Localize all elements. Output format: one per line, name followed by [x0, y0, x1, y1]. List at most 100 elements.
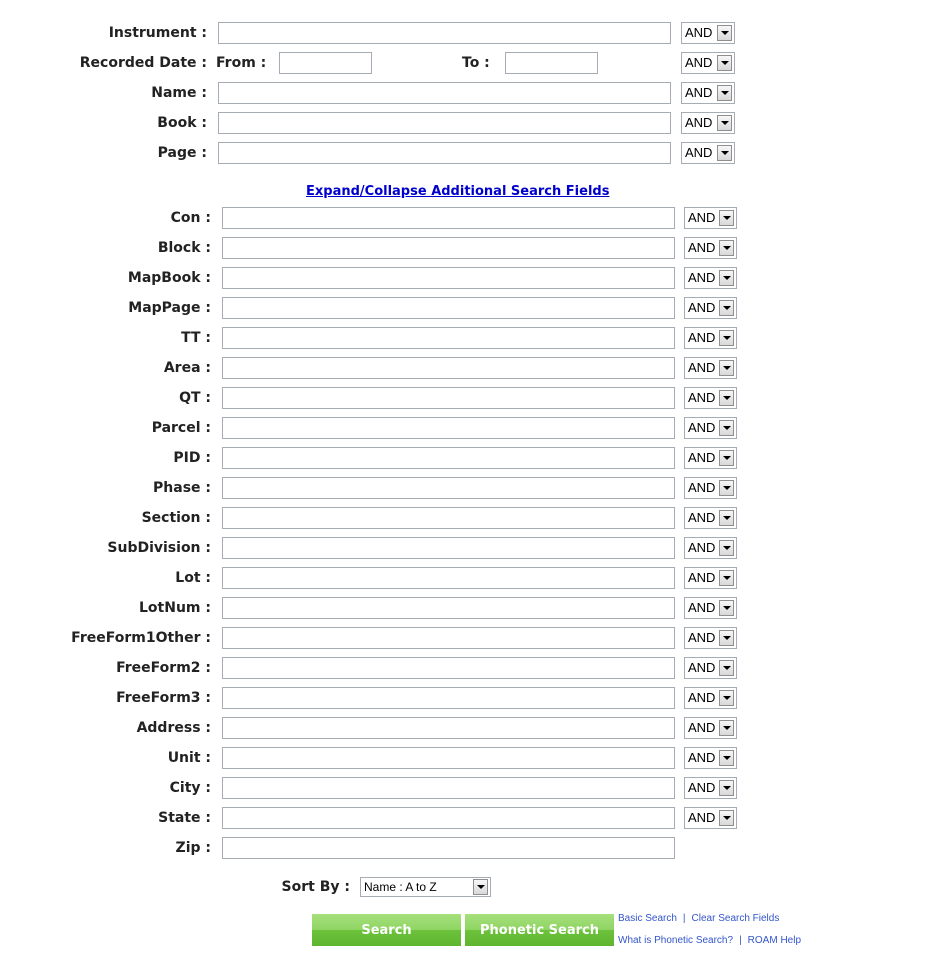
- field-input[interactable]: [222, 507, 675, 529]
- page-input[interactable]: [218, 142, 671, 164]
- name-operator-select[interactable]: AND: [681, 82, 735, 104]
- field-input[interactable]: [222, 477, 675, 499]
- chevron-down-icon[interactable]: [719, 630, 734, 646]
- chevron-down-icon[interactable]: [719, 540, 734, 556]
- expand-collapse-link[interactable]: Expand/Collapse Additional Search Fields: [306, 184, 609, 199]
- field-input[interactable]: [222, 807, 675, 829]
- field-label: Phase :: [153, 480, 211, 496]
- field-input[interactable]: [222, 237, 675, 259]
- chevron-down-icon[interactable]: [717, 55, 732, 71]
- page-operator-select[interactable]: AND: [681, 142, 735, 164]
- field-input[interactable]: [222, 597, 675, 619]
- chevron-down-icon[interactable]: [719, 510, 734, 526]
- operator-value: AND: [685, 55, 713, 70]
- field-operator-select[interactable]: AND: [684, 687, 737, 709]
- field-operator-select[interactable]: AND: [684, 417, 737, 439]
- field-operator-select[interactable]: AND: [684, 267, 737, 289]
- field-operator-select[interactable]: AND: [684, 747, 737, 769]
- field-input[interactable]: [222, 747, 675, 769]
- field-row: FreeForm2 : AND: [0, 657, 929, 679]
- chevron-down-icon[interactable]: [719, 690, 734, 706]
- field-label: LotNum :: [139, 600, 211, 616]
- book-input[interactable]: [218, 112, 671, 134]
- field-input[interactable]: [222, 717, 675, 739]
- chevron-down-icon[interactable]: [719, 420, 734, 436]
- chevron-down-icon[interactable]: [719, 210, 734, 226]
- chevron-down-icon[interactable]: [719, 780, 734, 796]
- chevron-down-icon[interactable]: [719, 660, 734, 676]
- field-label: Instrument :: [108, 25, 207, 41]
- field-operator-select[interactable]: AND: [684, 567, 737, 589]
- instrument-operator-select[interactable]: AND: [681, 22, 735, 44]
- sort-select[interactable]: Name : A to Z: [360, 877, 491, 897]
- field-input[interactable]: [222, 627, 675, 649]
- search-button[interactable]: Search: [312, 914, 461, 946]
- field-input[interactable]: [222, 207, 675, 229]
- field-input[interactable]: [222, 387, 675, 409]
- field-operator-select[interactable]: AND: [684, 507, 737, 529]
- field-input[interactable]: [222, 657, 675, 679]
- chevron-down-icon[interactable]: [719, 750, 734, 766]
- chevron-down-icon[interactable]: [719, 600, 734, 616]
- field-input[interactable]: [222, 447, 675, 469]
- field-operator-select[interactable]: AND: [684, 447, 737, 469]
- chevron-down-icon[interactable]: [719, 390, 734, 406]
- field-operator-select[interactable]: AND: [684, 387, 737, 409]
- field-input[interactable]: [222, 327, 675, 349]
- field-input[interactable]: [222, 777, 675, 799]
- field-operator-select[interactable]: AND: [684, 777, 737, 799]
- chevron-down-icon[interactable]: [719, 720, 734, 736]
- field-operator-select[interactable]: AND: [684, 297, 737, 319]
- field-operator-select[interactable]: AND: [684, 357, 737, 379]
- chevron-down-icon[interactable]: [719, 480, 734, 496]
- chevron-down-icon[interactable]: [717, 145, 732, 161]
- phonetic-search-button[interactable]: Phonetic Search: [465, 914, 614, 946]
- operator-value: AND: [688, 720, 716, 735]
- field-operator-select[interactable]: AND: [684, 807, 737, 829]
- chevron-down-icon[interactable]: [719, 330, 734, 346]
- chevron-down-icon[interactable]: [719, 360, 734, 376]
- field-row: QT : AND: [0, 387, 929, 409]
- field-operator-select[interactable]: AND: [684, 207, 737, 229]
- field-input[interactable]: [222, 297, 675, 319]
- name-input[interactable]: [218, 82, 671, 104]
- field-input[interactable]: [222, 267, 675, 289]
- field-input[interactable]: [222, 417, 675, 439]
- field-operator-select[interactable]: AND: [684, 237, 737, 259]
- operator-value: AND: [685, 85, 713, 100]
- date-from-input[interactable]: [279, 52, 372, 74]
- instrument-input[interactable]: [218, 22, 671, 44]
- field-operator-select[interactable]: AND: [684, 537, 737, 559]
- chevron-down-icon[interactable]: [719, 300, 734, 316]
- book-operator-select[interactable]: AND: [681, 112, 735, 134]
- field-input[interactable]: [222, 567, 675, 589]
- field-row-instrument: Instrument : AND: [0, 22, 929, 44]
- chevron-down-icon[interactable]: [719, 810, 734, 826]
- field-input[interactable]: [222, 537, 675, 559]
- field-operator-select[interactable]: AND: [684, 627, 737, 649]
- what-is-phonetic-link[interactable]: What is Phonetic Search?: [618, 935, 733, 946]
- chevron-down-icon[interactable]: [719, 240, 734, 256]
- recorded-date-operator-select[interactable]: AND: [681, 52, 735, 74]
- field-operator-select[interactable]: AND: [684, 657, 737, 679]
- links-row-2: What is Phonetic Search? | ROAM Help: [618, 935, 801, 946]
- field-input[interactable]: [222, 837, 675, 859]
- clear-search-fields-link[interactable]: Clear Search Fields: [692, 913, 780, 924]
- field-operator-select[interactable]: AND: [684, 327, 737, 349]
- chevron-down-icon[interactable]: [719, 570, 734, 586]
- chevron-down-icon[interactable]: [719, 270, 734, 286]
- chevron-down-icon[interactable]: [473, 879, 488, 895]
- chevron-down-icon[interactable]: [717, 25, 732, 41]
- field-operator-select[interactable]: AND: [684, 717, 737, 739]
- field-input[interactable]: [222, 357, 675, 379]
- chevron-down-icon[interactable]: [719, 450, 734, 466]
- chevron-down-icon[interactable]: [717, 115, 732, 131]
- chevron-down-icon[interactable]: [717, 85, 732, 101]
- date-to-input[interactable]: [505, 52, 598, 74]
- field-operator-select[interactable]: AND: [684, 597, 737, 619]
- basic-search-link[interactable]: Basic Search: [618, 913, 677, 924]
- field-row: Zip :: [0, 837, 929, 859]
- field-operator-select[interactable]: AND: [684, 477, 737, 499]
- field-input[interactable]: [222, 687, 675, 709]
- roam-help-link[interactable]: ROAM Help: [748, 935, 801, 946]
